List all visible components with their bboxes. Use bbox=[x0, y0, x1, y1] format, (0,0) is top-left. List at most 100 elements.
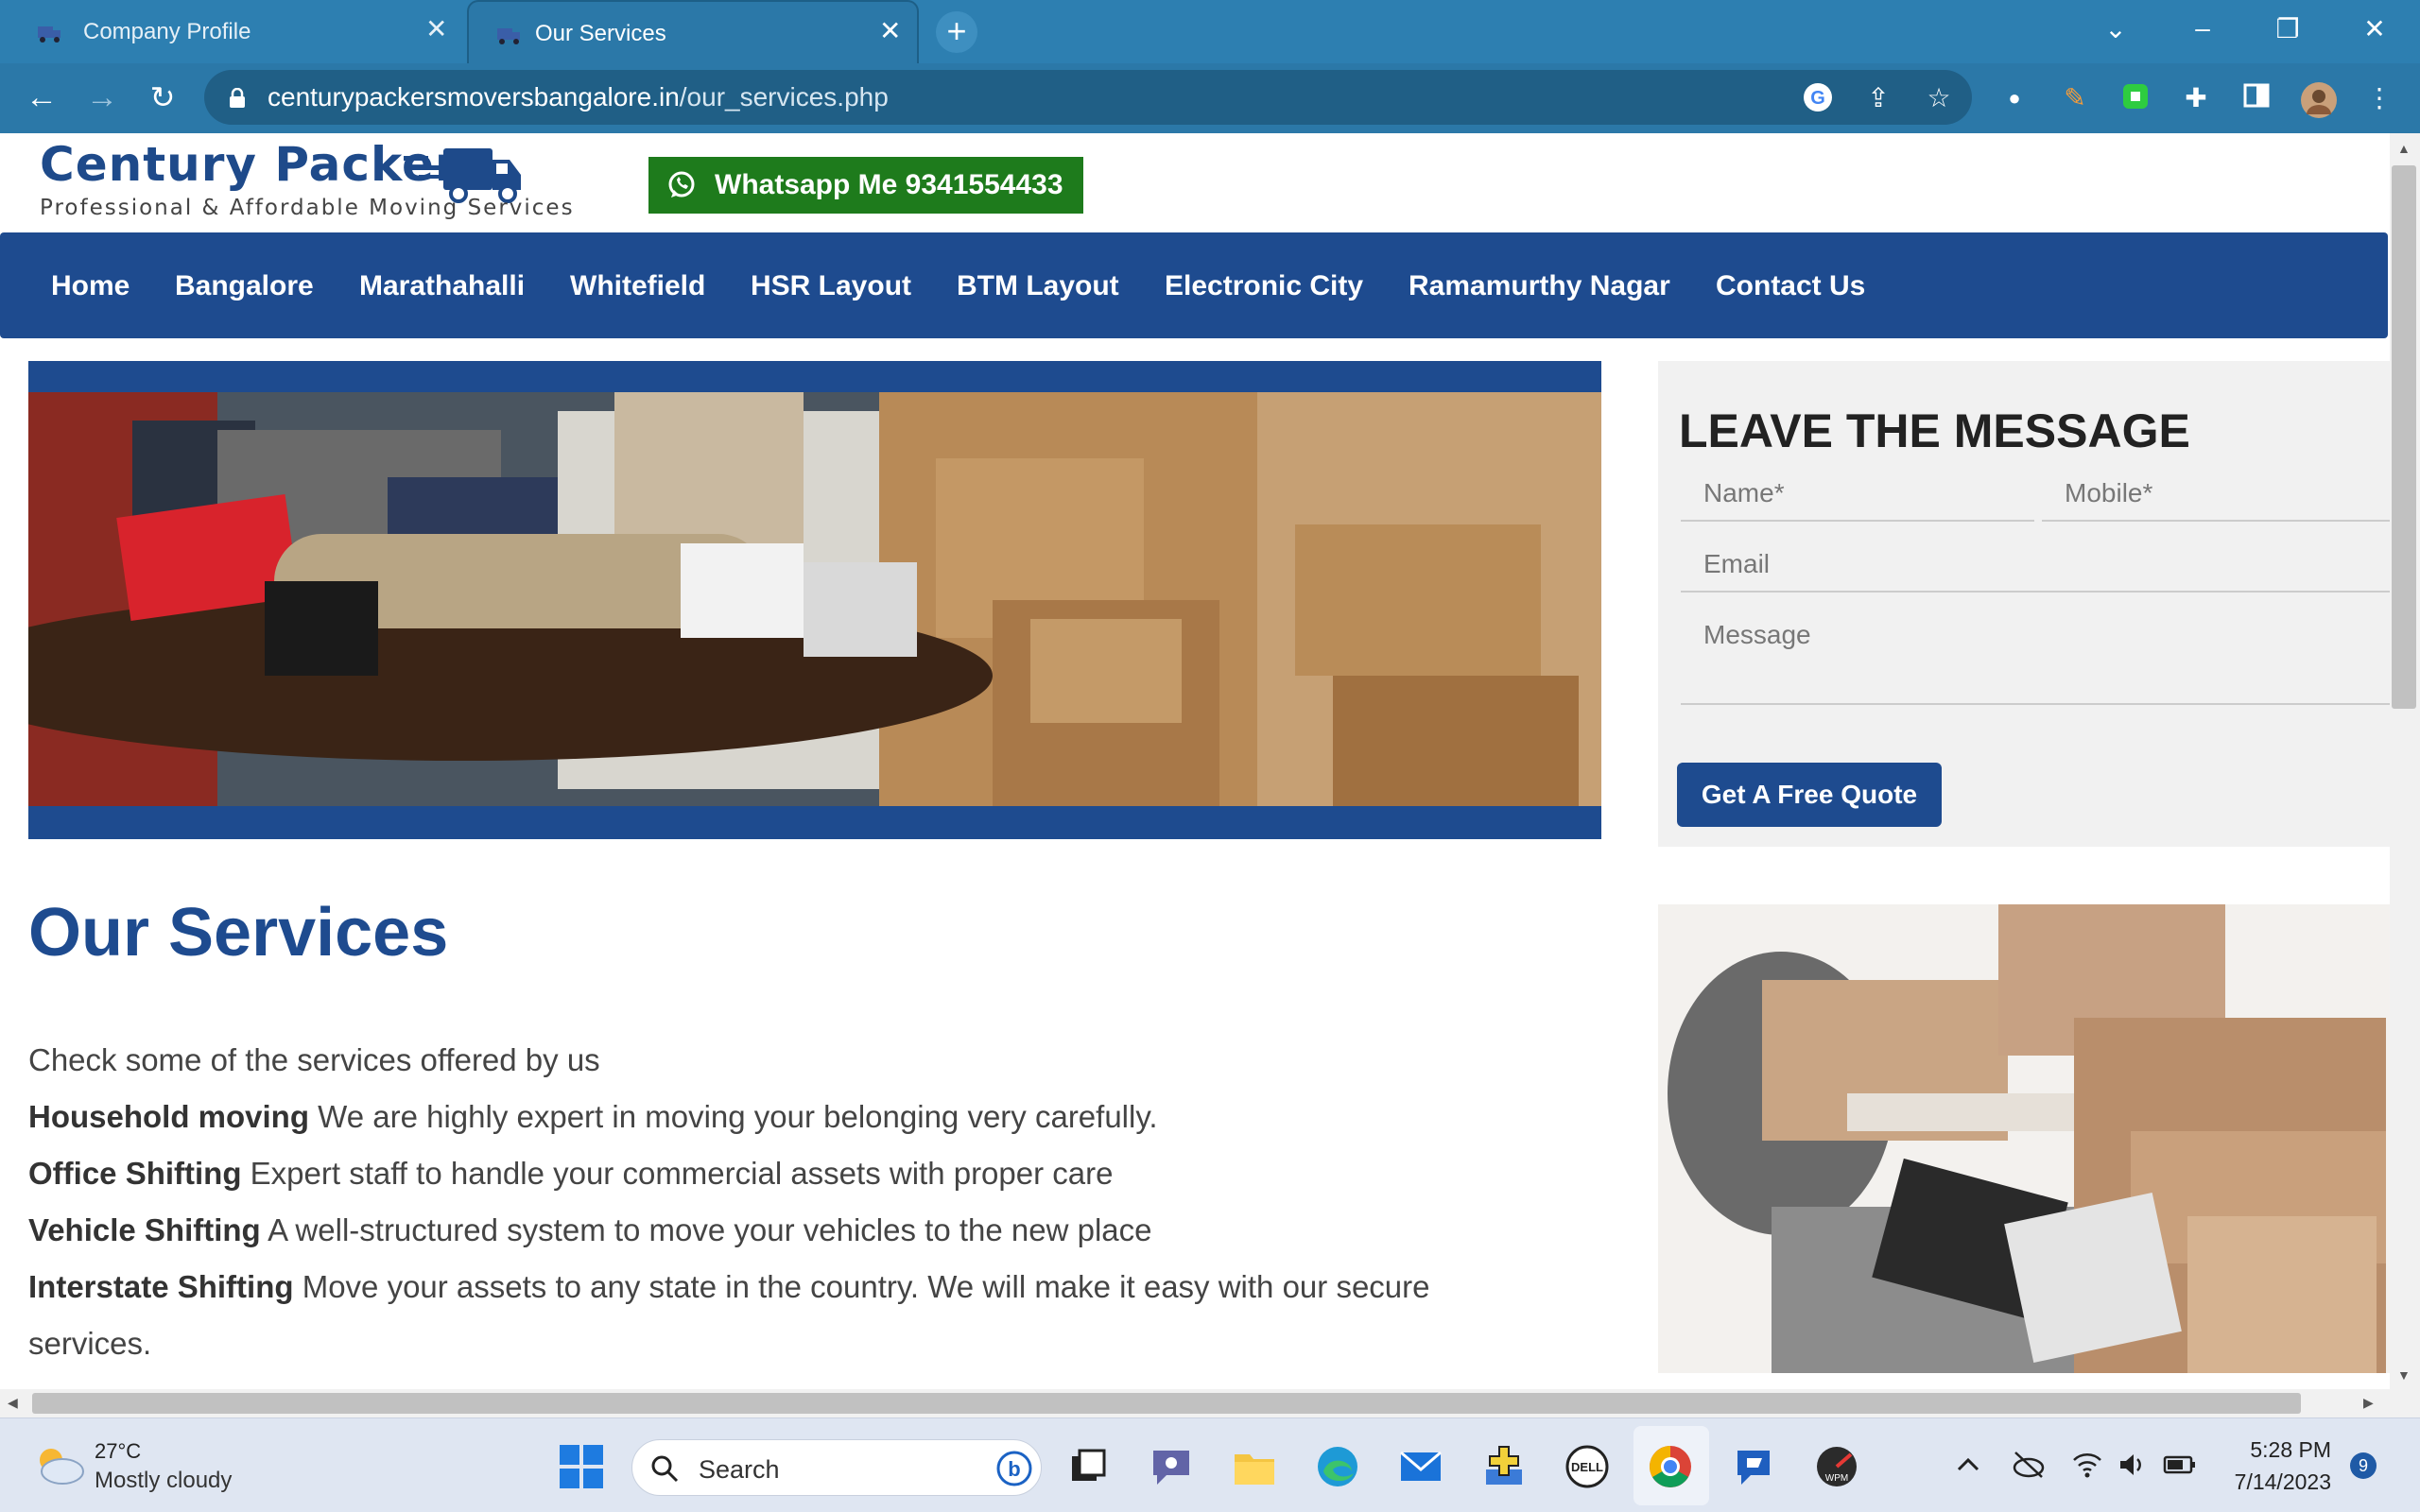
extension-icon[interactable]: ● bbox=[1998, 82, 2031, 114]
browser-menu-icon[interactable]: ⋮ bbox=[2363, 82, 2395, 114]
scroll-right-arrow-icon[interactable]: ▶ bbox=[2363, 1395, 2374, 1411]
chevron-up-icon[interactable] bbox=[1955, 1454, 1981, 1475]
nav-btm-layout[interactable]: BTM Layout bbox=[957, 270, 1119, 302]
puzzle-extensions-icon[interactable]: ✚ bbox=[2180, 82, 2212, 114]
tab-search-chevron-icon[interactable]: ⌄ bbox=[2097, 13, 2135, 44]
service-name: Vehicle Shifting bbox=[28, 1212, 261, 1247]
weather-temperature[interactable]: 27°C bbox=[95, 1439, 141, 1464]
svg-text:DELL: DELL bbox=[1571, 1460, 1603, 1474]
weather-cloud-icon[interactable] bbox=[32, 1445, 85, 1486]
vertical-scroll-thumb[interactable] bbox=[2392, 165, 2416, 709]
wpm-icon[interactable]: WPM bbox=[1813, 1443, 1860, 1490]
lock-icon[interactable] bbox=[229, 88, 246, 109]
task-view-icon[interactable] bbox=[1064, 1443, 1112, 1490]
site-favicon-icon bbox=[38, 26, 60, 43]
url-text[interactable]: centurypackersmoversbangalore.in/our_ser… bbox=[268, 82, 889, 112]
banner-image bbox=[28, 392, 1601, 806]
email-field[interactable]: Email bbox=[1681, 526, 2390, 593]
scroll-up-arrow-icon[interactable]: ▲ bbox=[2397, 141, 2411, 156]
tab-title: Company Profile bbox=[83, 19, 251, 44]
pen-extension-icon[interactable]: ✎ bbox=[2059, 82, 2091, 114]
nav-hsr-layout[interactable]: HSR Layout bbox=[751, 270, 911, 302]
service-item: Household moving We are highly expert in… bbox=[28, 1099, 1158, 1135]
file-explorer-icon[interactable] bbox=[1231, 1443, 1278, 1490]
bing-icon[interactable]: b bbox=[995, 1450, 1033, 1487]
clock-time[interactable]: 5:28 PM bbox=[2212, 1437, 2331, 1463]
services-intro: Check some of the services offered by us bbox=[28, 1042, 600, 1077]
svg-text:G: G bbox=[1810, 88, 1825, 109]
scroll-left-arrow-icon[interactable]: ◀ bbox=[8, 1395, 18, 1411]
close-tab-icon[interactable]: ✕ bbox=[879, 17, 901, 45]
bookmark-star-icon[interactable]: ☆ bbox=[1923, 82, 1955, 114]
reload-icon[interactable]: ↻ bbox=[142, 78, 183, 116]
name-field[interactable]: Name* bbox=[1681, 455, 2034, 522]
onedrive-off-icon[interactable] bbox=[2012, 1451, 2046, 1479]
service-item: Interstate Shifting Move your assets to … bbox=[28, 1269, 1430, 1305]
taskbar-search-box[interactable]: Search b bbox=[631, 1439, 1042, 1496]
scroll-down-arrow-icon[interactable]: ▼ bbox=[2397, 1367, 2411, 1383]
minimize-icon[interactable]: – bbox=[2184, 13, 2221, 43]
search-label: Search bbox=[699, 1455, 780, 1484]
profile-avatar[interactable] bbox=[2301, 82, 2337, 118]
forward-arrow-icon[interactable]: → bbox=[81, 78, 123, 116]
tab-our-services[interactable]: Our Services ✕ bbox=[467, 0, 919, 63]
restore-icon[interactable]: ❐ bbox=[2269, 13, 2307, 44]
side-panel-icon[interactable] bbox=[2240, 82, 2273, 114]
nav-bangalore[interactable]: Bangalore bbox=[175, 270, 314, 302]
mobile-field[interactable]: Mobile* bbox=[2042, 455, 2390, 522]
whatsapp-button[interactable]: Whatsapp Me 9341554433 bbox=[648, 157, 1083, 214]
chat-app-icon[interactable] bbox=[1730, 1443, 1777, 1490]
tab-company-profile[interactable]: Company Profile ✕ bbox=[0, 0, 463, 63]
green-extension-icon[interactable] bbox=[2119, 82, 2152, 114]
url-path: /our_services.php bbox=[679, 82, 889, 112]
new-tab-button[interactable]: + bbox=[936, 11, 977, 53]
tab-title: Our Services bbox=[535, 21, 666, 46]
moving-boxes-image bbox=[1658, 904, 2390, 1373]
site-tagline: Professional & Affordable Moving Service… bbox=[40, 196, 575, 220]
nav-whitefield[interactable]: Whitefield bbox=[570, 270, 705, 302]
dell-icon[interactable]: DELL bbox=[1564, 1443, 1611, 1490]
service-name: Household moving bbox=[28, 1099, 309, 1134]
health-app-icon[interactable] bbox=[1480, 1443, 1528, 1490]
web-page: Century Packers Professional & Affordabl… bbox=[0, 133, 2390, 1389]
horizontal-scroll-thumb[interactable] bbox=[32, 1393, 2301, 1414]
chrome-icon[interactable] bbox=[1647, 1443, 1694, 1490]
back-arrow-icon[interactable]: ← bbox=[21, 78, 62, 116]
nav-contact-us[interactable]: Contact Us bbox=[1716, 270, 1865, 302]
nav-home[interactable]: Home bbox=[51, 270, 130, 302]
service-desc: Move your assets to any state in the cou… bbox=[302, 1269, 1430, 1304]
mail-icon[interactable] bbox=[1397, 1443, 1444, 1490]
google-icon[interactable]: G bbox=[1802, 82, 1834, 114]
whatsapp-icon bbox=[668, 171, 695, 198]
search-icon bbox=[651, 1455, 679, 1483]
nav-electronic-city[interactable]: Electronic City bbox=[1165, 270, 1363, 302]
form-title: LEAVE THE MESSAGE bbox=[1679, 404, 2190, 457]
close-tab-icon[interactable]: ✕ bbox=[425, 15, 447, 43]
close-window-icon[interactable]: ✕ bbox=[2356, 13, 2394, 44]
windows-start-icon[interactable] bbox=[558, 1443, 605, 1490]
weather-description[interactable]: Mostly cloudy bbox=[95, 1468, 232, 1494]
nav-ramamurthy-nagar[interactable]: Ramamurthy Nagar bbox=[1409, 270, 1670, 302]
url-host: centurypackersmoversbangalore.in bbox=[268, 82, 680, 112]
clock-date[interactable]: 7/14/2023 bbox=[2212, 1469, 2331, 1495]
get-quote-button[interactable]: Get A Free Quote bbox=[1677, 763, 1942, 827]
service-name: Interstate Shifting bbox=[28, 1269, 294, 1304]
nav-marathahalli[interactable]: Marathahalli bbox=[359, 270, 525, 302]
browser-tab-strip: Company Profile ✕ Our Services ✕ + ⌄ – ❐… bbox=[0, 0, 2420, 63]
windows-taskbar: 27°C Mostly cloudy Search b DELL WPM 5:2… bbox=[0, 1418, 2420, 1512]
svg-text:WPM: WPM bbox=[1825, 1473, 1848, 1484]
browser-toolbar: ← → ↻ centurypackersmoversbangalore.in/o… bbox=[0, 63, 2420, 133]
service-desc: Expert staff to handle your commercial a… bbox=[250, 1156, 1114, 1191]
svg-text:b: b bbox=[1008, 1457, 1020, 1481]
service-desc: We are highly expert in moving your belo… bbox=[318, 1099, 1158, 1134]
message-textarea[interactable]: Message bbox=[1681, 597, 2390, 705]
notification-badge[interactable]: 9 bbox=[2350, 1452, 2377, 1479]
teams-chat-icon[interactable] bbox=[1148, 1443, 1195, 1490]
whatsapp-label: Whatsapp Me 9341554433 bbox=[715, 169, 1063, 200]
share-icon[interactable]: ⇪ bbox=[1862, 82, 1894, 114]
battery-icon[interactable] bbox=[2163, 1454, 2197, 1475]
site-favicon-icon bbox=[497, 28, 520, 44]
volume-icon[interactable] bbox=[2118, 1451, 2146, 1479]
wifi-icon[interactable] bbox=[2072, 1451, 2102, 1479]
edge-browser-icon[interactable] bbox=[1314, 1443, 1361, 1490]
